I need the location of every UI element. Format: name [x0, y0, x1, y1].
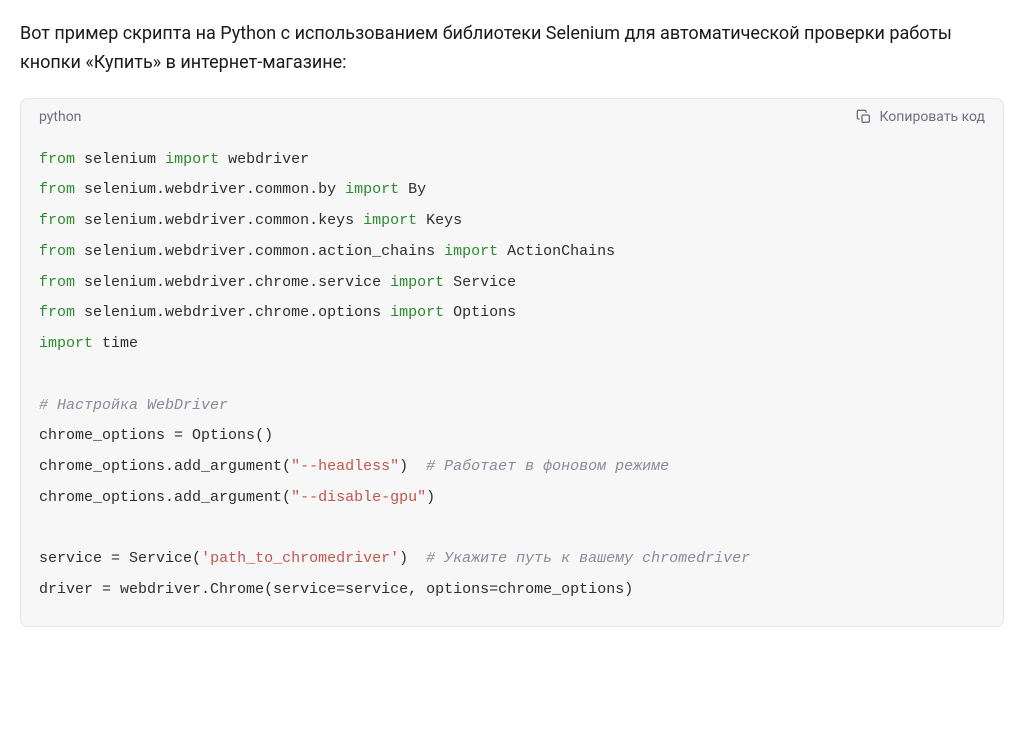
call-add-argument: .add_argument(: [165, 458, 291, 475]
keyword-from: from: [39, 151, 75, 168]
keyword-from: from: [39, 212, 75, 229]
call-chrome: webdriver.Chrome: [120, 581, 264, 598]
kwarg-service: service: [273, 581, 336, 598]
copy-code-label: Копировать код: [880, 109, 986, 125]
keyword-import: import: [345, 181, 399, 198]
kwarg-options: options: [426, 581, 489, 598]
name-actionchains: ActionChains: [507, 243, 615, 260]
keyword-import: import: [390, 304, 444, 321]
call-options: Options: [192, 427, 255, 444]
code-content[interactable]: from selenium import webdriver from sele…: [21, 135, 1003, 626]
code-language-label: python: [39, 109, 81, 125]
name-keys: Keys: [426, 212, 462, 229]
keyword-from: from: [39, 243, 75, 260]
copy-code-button[interactable]: Копировать код: [856, 109, 986, 125]
call-add-argument: .add_argument(: [165, 489, 291, 506]
string-disable-gpu: "--disable-gpu": [291, 489, 426, 506]
var-chrome-options: chrome_options: [39, 458, 165, 475]
var-chrome-options: chrome_options: [39, 427, 165, 444]
keyword-from: from: [39, 274, 75, 291]
module-service: selenium.webdriver.chrome.service: [84, 274, 381, 291]
val-chrome-options: chrome_options: [498, 581, 624, 598]
string-path: 'path_to_chromedriver': [201, 550, 399, 567]
comment-background: # Работает в фоновом режиме: [426, 458, 669, 475]
keyword-from: from: [39, 181, 75, 198]
keyword-import: import: [363, 212, 417, 229]
code-header: python Копировать код: [21, 99, 1003, 135]
comment-setup: # Настройка WebDriver: [39, 397, 228, 414]
module-keys: selenium.webdriver.common.keys: [84, 212, 354, 229]
name-webdriver: webdriver: [228, 151, 309, 168]
module-selenium: selenium: [84, 151, 156, 168]
var-service: service: [39, 550, 102, 567]
module-actionchains: selenium.webdriver.common.action_chains: [84, 243, 435, 260]
intro-paragraph: Вот пример скрипта на Python с использов…: [20, 20, 1004, 78]
var-chrome-options: chrome_options: [39, 489, 165, 506]
module-by: selenium.webdriver.common.by: [84, 181, 336, 198]
keyword-import: import: [390, 274, 444, 291]
call-service: Service: [129, 550, 192, 567]
string-headless: "--headless": [291, 458, 399, 475]
keyword-from: from: [39, 304, 75, 321]
name-service: Service: [453, 274, 516, 291]
code-block: python Копировать код from selenium impo…: [20, 98, 1004, 627]
val-service: service: [345, 581, 408, 598]
keyword-import: import: [39, 335, 93, 352]
module-time: time: [102, 335, 138, 352]
keyword-import: import: [165, 151, 219, 168]
var-driver: driver: [39, 581, 93, 598]
name-options: Options: [453, 304, 516, 321]
module-options: selenium.webdriver.chrome.options: [84, 304, 381, 321]
copy-icon: [856, 109, 872, 125]
name-by: By: [408, 181, 426, 198]
comment-path: # Укажите путь к вашему chromedriver: [426, 550, 750, 567]
keyword-import: import: [444, 243, 498, 260]
